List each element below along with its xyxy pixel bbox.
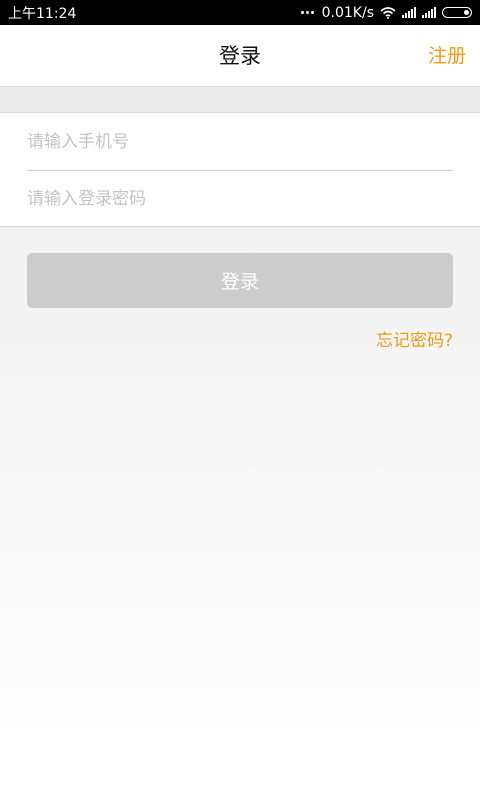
password-input[interactable] [27, 171, 453, 227]
battery-icon [442, 7, 472, 18]
status-bar: 上午11:24 0.01K/s [0, 0, 480, 25]
login-button[interactable]: 登录 [27, 253, 453, 308]
phone-input[interactable] [27, 114, 453, 171]
title-bar: 登录 注册 [0, 25, 480, 87]
page-title: 登录 [219, 44, 261, 68]
wifi-icon [380, 6, 396, 19]
section-divider [0, 87, 480, 113]
more-dots-icon [300, 11, 314, 14]
signal-icon [422, 7, 436, 18]
register-link[interactable]: 注册 [428, 25, 466, 87]
status-time: 上午11:24 [8, 5, 77, 22]
forgot-password-link[interactable]: 忘记密码? [376, 326, 453, 351]
signal-icon [402, 7, 416, 18]
network-speed: 0.01K/s [321, 4, 374, 21]
login-form [0, 113, 480, 227]
status-icons: 0.01K/s [300, 4, 472, 21]
